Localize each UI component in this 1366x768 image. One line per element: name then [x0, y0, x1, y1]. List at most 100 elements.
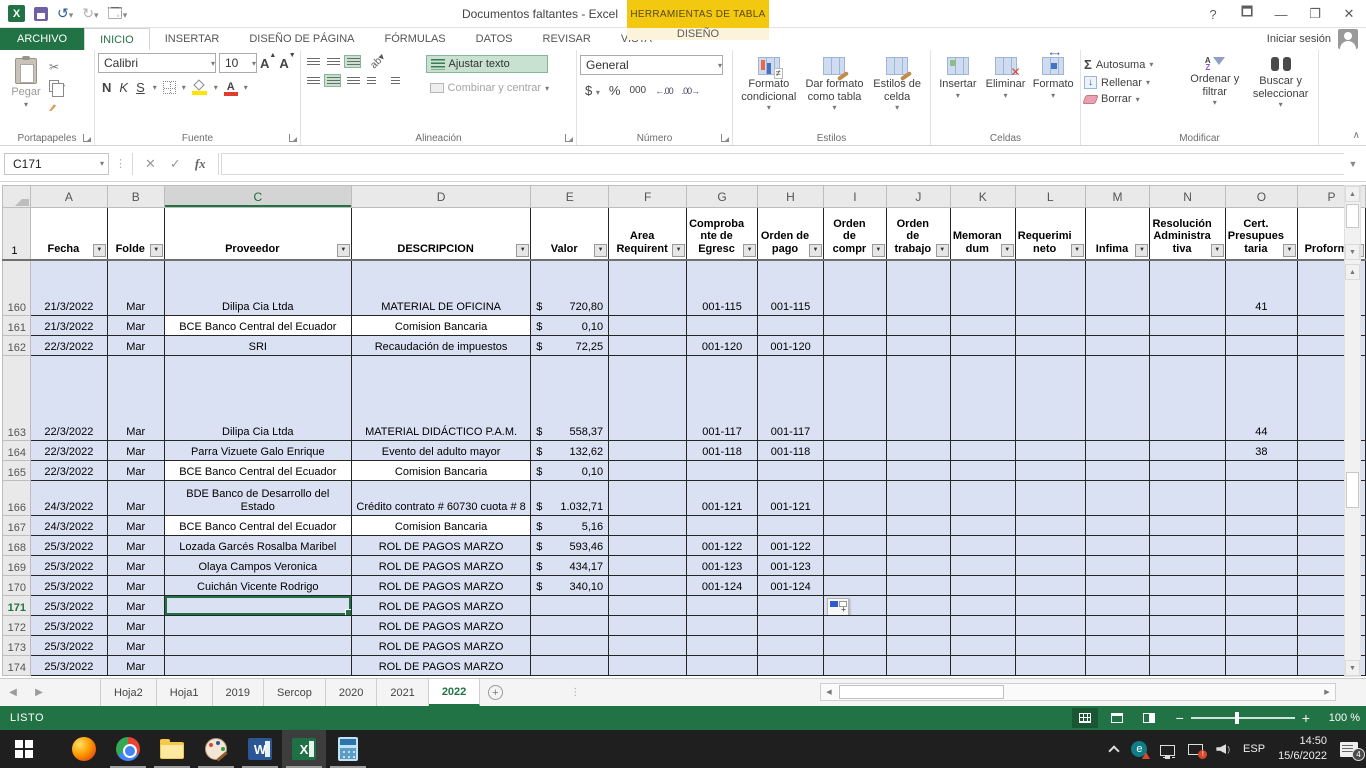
cell-G163[interactable]: 001-117 [687, 356, 758, 441]
cell-B163[interactable]: Mar [107, 356, 164, 441]
cell-I162[interactable] [823, 336, 886, 356]
wrap-text-button[interactable]: Ajustar texto [426, 55, 548, 73]
cell-E168[interactable]: $593,46 [531, 536, 609, 556]
cell-F168[interactable] [609, 536, 687, 556]
cell-J174[interactable] [886, 656, 950, 676]
cell-O170[interactable] [1225, 576, 1297, 596]
cell-G166[interactable]: 001-121 [687, 481, 758, 516]
cell-M162[interactable] [1085, 336, 1150, 356]
tab-formulas[interactable]: FÓRMULAS [370, 28, 461, 50]
format-cells-button[interactable]: ⟷ Formato▾ [1029, 53, 1077, 129]
cell-N174[interactable] [1150, 656, 1225, 676]
cell-D165[interactable]: Comision Bancaria [351, 461, 530, 481]
cell-D166[interactable]: Crédito contrato # 60730 cuota # 8 [351, 481, 530, 516]
sort-filter-button[interactable]: AZ Ordenar y filtrar▾ [1183, 53, 1246, 129]
cell-B173[interactable]: Mar [107, 636, 164, 656]
cell-E173[interactable] [531, 636, 609, 656]
filter-icon[interactable]: ▼ [1211, 244, 1224, 257]
taskbar-calculator[interactable] [326, 730, 370, 768]
align-center-button[interactable] [324, 74, 341, 87]
cell-F169[interactable] [609, 556, 687, 576]
cell-G168[interactable]: 001-122 [687, 536, 758, 556]
cell-D164[interactable]: Evento del adulto mayor [351, 441, 530, 461]
cell-J169[interactable] [886, 556, 950, 576]
cell-A163[interactable]: 22/3/2022 [30, 356, 107, 441]
scroll-left-icon[interactable]: ◀ [821, 684, 837, 700]
tab-diseno-tabla[interactable]: DISEÑO [627, 28, 769, 40]
cell-M166[interactable] [1085, 481, 1150, 516]
cell-E171[interactable] [531, 596, 609, 616]
header-cell-K1[interactable]: Memoran dum▼ [950, 208, 1015, 260]
alignment-dialog-launcher[interactable] [565, 134, 573, 142]
cell-M172[interactable] [1085, 616, 1150, 636]
cell-F170[interactable] [609, 576, 687, 596]
tab-insertar[interactable]: INSERTAR [150, 28, 235, 50]
vertical-scrollbar[interactable]: ▲ ▼ ▲ ▼ [1344, 185, 1361, 677]
header-cell-I1[interactable]: Orden de compr▼ [823, 208, 886, 260]
column-header-O[interactable]: O [1225, 186, 1297, 208]
cell-C164[interactable]: Parra Vizuete Galo Enrique [164, 441, 351, 461]
cell-H164[interactable]: 001-118 [758, 441, 824, 461]
cell-K164[interactable] [950, 441, 1015, 461]
cell-B167[interactable]: Mar [107, 516, 164, 536]
header-cell-E1[interactable]: Valor▼ [531, 208, 609, 260]
cell-M168[interactable] [1085, 536, 1150, 556]
cell-H170[interactable]: 001-124 [758, 576, 824, 596]
cell-B169[interactable]: Mar [107, 556, 164, 576]
insert-cells-button[interactable]: Insertar▾ [934, 53, 982, 129]
cell-A162[interactable]: 22/3/2022 [30, 336, 107, 356]
cell-A168[interactable]: 25/3/2022 [30, 536, 107, 556]
cell-G161[interactable] [687, 316, 758, 336]
cell-F165[interactable] [609, 461, 687, 481]
cell-B160[interactable]: Mar [107, 260, 164, 316]
orientation-button[interactable]: ab▾ [368, 52, 387, 71]
redo-icon[interactable]: ↻▾ [82, 6, 98, 22]
cell-L170[interactable] [1015, 576, 1085, 596]
column-header-K[interactable]: K [950, 186, 1015, 208]
cell-I170[interactable] [823, 576, 886, 596]
cell-I169[interactable] [823, 556, 886, 576]
cell-C167[interactable]: BCE Banco Central del Ecuador [164, 516, 351, 536]
row-header-163[interactable]: 163 [3, 356, 31, 441]
cell-O161[interactable] [1225, 316, 1297, 336]
cell-A171[interactable]: 25/3/2022 [30, 596, 107, 616]
cell-J161[interactable] [886, 316, 950, 336]
cell-G174[interactable] [687, 656, 758, 676]
sheet-tab-2022[interactable]: 2022 [429, 679, 480, 706]
row-header-172[interactable]: 172 [3, 616, 31, 636]
cell-A173[interactable]: 25/3/2022 [30, 636, 107, 656]
zoom-in-button[interactable]: + [1302, 711, 1310, 725]
scroll-up-icon[interactable]: ▲ [1345, 264, 1360, 280]
undo-icon[interactable]: ↺▾ [57, 6, 73, 22]
column-header-I[interactable]: I [823, 186, 886, 208]
filter-icon[interactable]: ▼ [1135, 244, 1148, 257]
cell-N164[interactable] [1150, 441, 1225, 461]
scroll-thumb[interactable] [1346, 472, 1359, 508]
cell-O174[interactable] [1225, 656, 1297, 676]
cell-B168[interactable]: Mar [107, 536, 164, 556]
row-header-169[interactable]: 169 [3, 556, 31, 576]
cell-L162[interactable] [1015, 336, 1085, 356]
cell-N173[interactable] [1150, 636, 1225, 656]
row-header-160[interactable]: 160 [3, 260, 31, 316]
header-cell-N1[interactable]: Resolución Administra tiva▼ [1150, 208, 1225, 260]
format-painter-button[interactable] [49, 97, 65, 113]
cell-F166[interactable] [609, 481, 687, 516]
cell-D169[interactable]: ROL DE PAGOS MARZO [351, 556, 530, 576]
cell-L167[interactable] [1015, 516, 1085, 536]
cell-G164[interactable]: 001-118 [687, 441, 758, 461]
align-middle-button[interactable] [324, 55, 341, 68]
cell-N163[interactable] [1150, 356, 1225, 441]
cell-O171[interactable] [1225, 596, 1297, 616]
cell-M174[interactable] [1085, 656, 1150, 676]
cell-O168[interactable] [1225, 536, 1297, 556]
column-header-D[interactable]: D [351, 186, 530, 208]
underline-button[interactable]: S [136, 80, 145, 95]
cell-C173[interactable] [164, 636, 351, 656]
cell-L164[interactable] [1015, 441, 1085, 461]
language-indicator[interactable]: ESP [1243, 743, 1265, 755]
column-header-C[interactable]: C [164, 186, 351, 208]
font-size-select[interactable]: 10▾ [219, 53, 257, 73]
row-header-167[interactable]: 167 [3, 516, 31, 536]
number-format-select[interactable]: General▾ [580, 55, 723, 75]
